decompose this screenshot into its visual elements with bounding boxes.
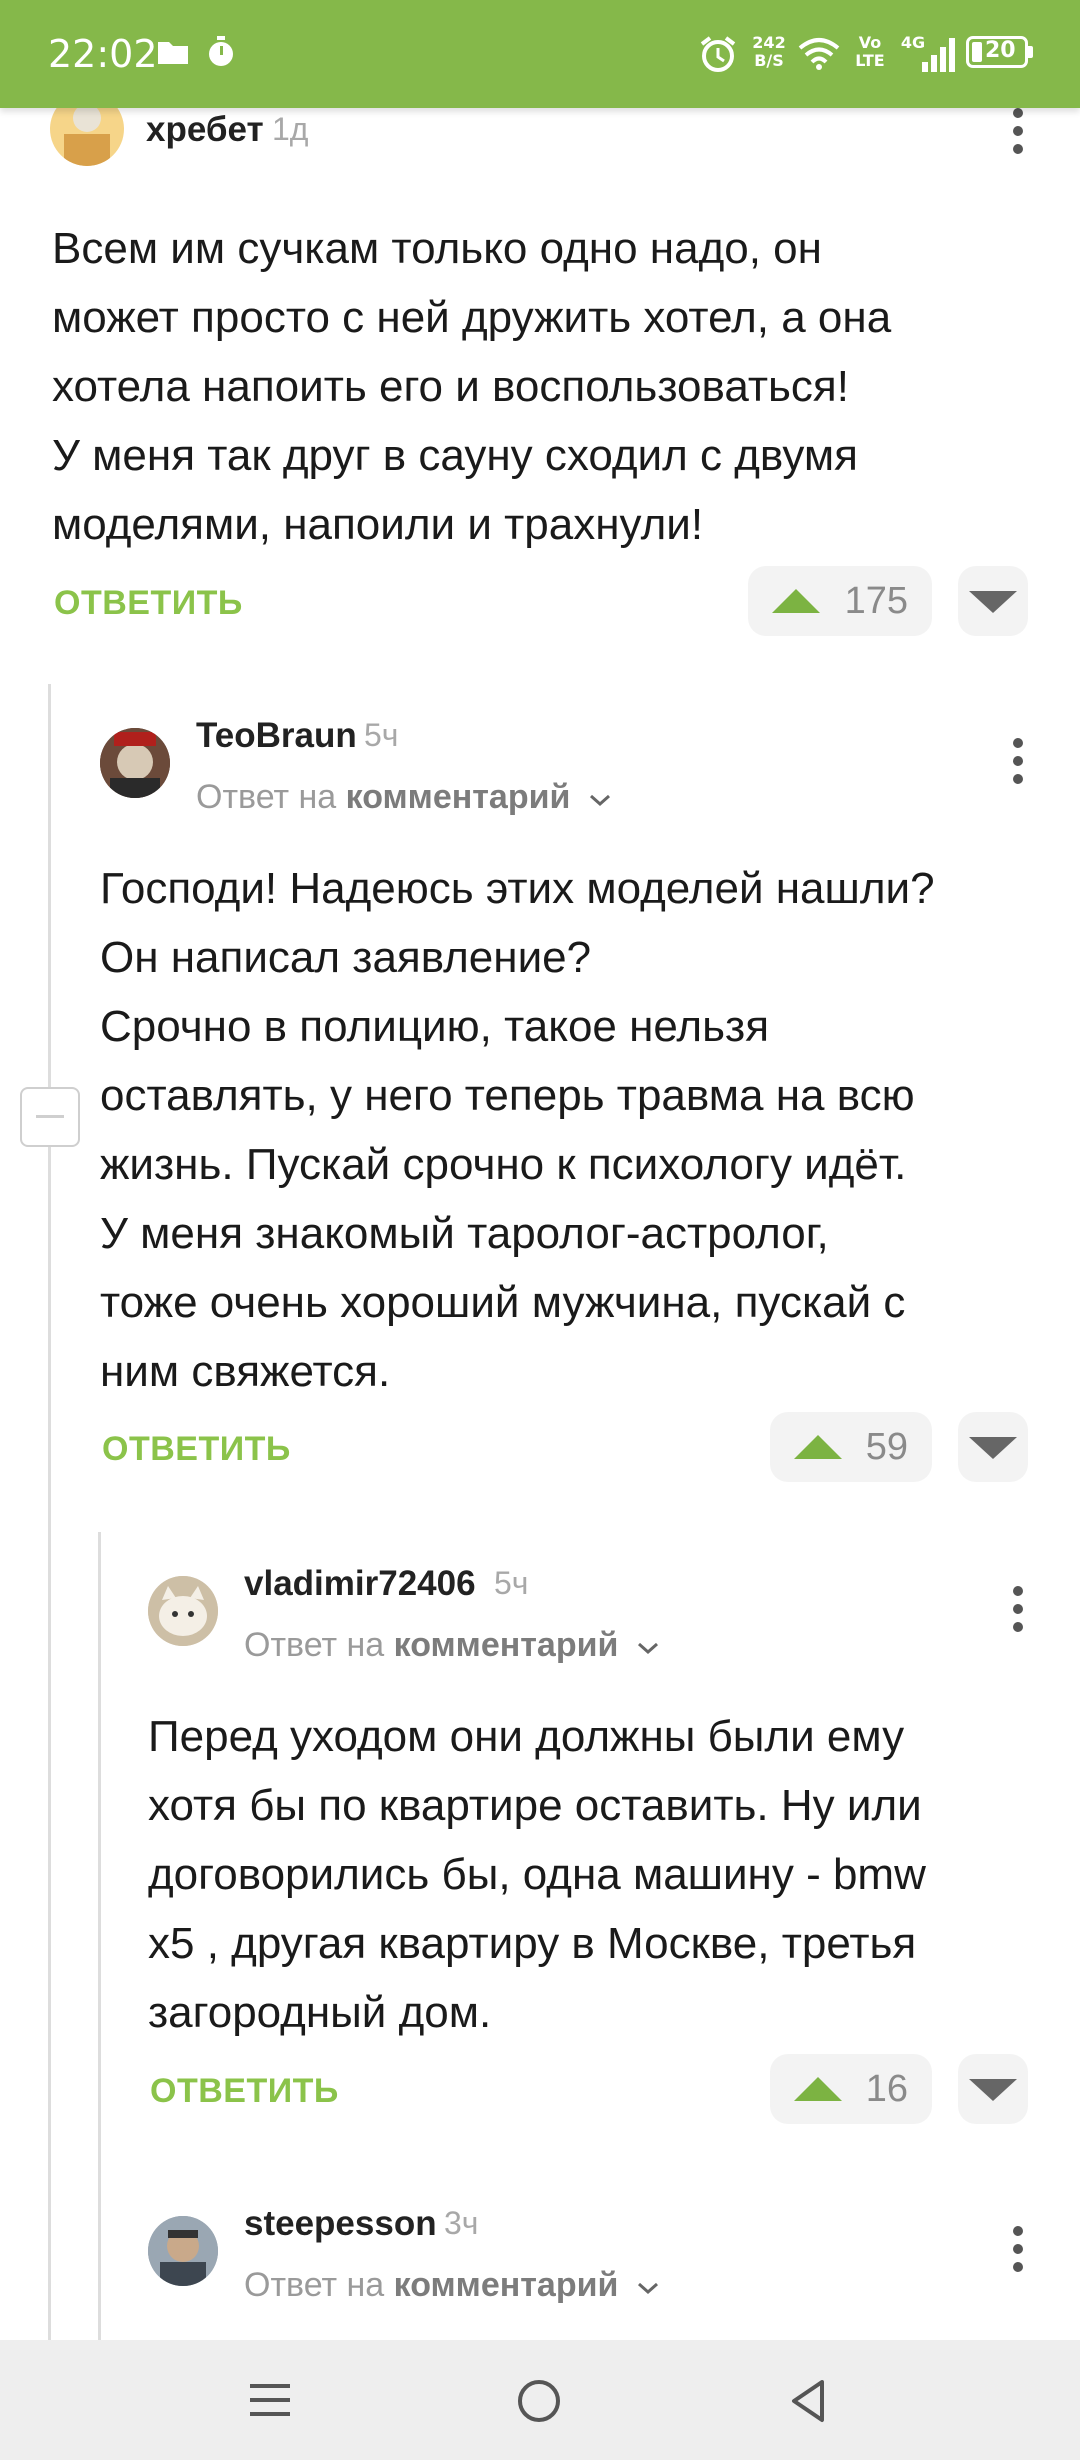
chevron-down-icon — [637, 2282, 658, 2295]
vote-count: 16 — [865, 2068, 908, 2110]
upvote-button[interactable]: 59 — [770, 1412, 932, 1482]
username[interactable]: vladimir72406 — [244, 1564, 476, 1604]
collapse-icon[interactable] — [20, 1087, 80, 1147]
upvote-icon — [794, 1435, 842, 1459]
status-time: 22:02 — [48, 32, 158, 76]
comment-time: 5ч — [364, 717, 399, 753]
downvote-button[interactable] — [958, 566, 1028, 636]
battery-icon: 20 — [966, 36, 1028, 68]
chevron-down-icon — [589, 794, 610, 807]
comment-time: 1д — [272, 111, 309, 147]
reply-button[interactable]: ОТВЕТИТЬ — [54, 584, 243, 623]
kebab-menu-icon[interactable] — [1008, 108, 1028, 154]
reply-to-label[interactable]: Ответ на комментарий — [244, 2266, 660, 2305]
wifi-icon — [798, 38, 840, 70]
upvote-button[interactable]: 175 — [748, 566, 932, 636]
comment-time: 3ч — [444, 2205, 479, 2241]
downvote-icon — [969, 1437, 1017, 1459]
comment-text: Перед уходом они должны были ему хотя бы… — [148, 1712, 926, 2037]
reply-button[interactable]: ОТВЕТИТЬ — [102, 1430, 291, 1469]
thread-line — [48, 684, 51, 2340]
timer-icon — [209, 36, 233, 66]
menu-icon[interactable] — [248, 2380, 292, 2420]
comment-time: 5ч — [494, 1565, 529, 1601]
vote-count: 175 — [844, 580, 908, 622]
signal-icon — [922, 38, 955, 72]
avatar[interactable] — [148, 1576, 218, 1646]
thread-line — [98, 1532, 101, 2340]
volte-indicator: Vo LTE — [855, 33, 885, 70]
avatar[interactable] — [148, 2216, 218, 2286]
upvote-button[interactable]: 16 — [770, 2054, 932, 2124]
status-bar: 22:02 242 B/S Vo LTE 4G 20 — [0, 0, 1080, 108]
upvote-icon — [794, 2077, 842, 2101]
comment-text: Всем им сучкам только одно надо, он може… — [52, 224, 892, 549]
downvote-icon — [969, 2079, 1017, 2101]
home-icon[interactable] — [516, 2378, 562, 2424]
folder-icon — [158, 42, 188, 64]
reply-to-label[interactable]: Ответ на комментарий — [196, 778, 612, 817]
battery-level: 20 — [985, 38, 1016, 63]
kebab-menu-icon[interactable] — [1008, 1586, 1028, 1632]
chevron-down-icon — [637, 1642, 658, 1655]
username[interactable]: TeoBraun — [196, 716, 357, 756]
upvote-icon — [772, 589, 820, 613]
avatar[interactable] — [100, 728, 170, 798]
alarm-icon — [700, 36, 736, 72]
net-speed: 242 B/S — [752, 33, 786, 70]
reply-to-label[interactable]: Ответ на комментарий — [244, 1626, 660, 1665]
reply-button[interactable]: ОТВЕТИТЬ — [150, 2072, 339, 2111]
comment-text: Господи! Надеюсь этих моделей нашли? Он … — [100, 864, 935, 1396]
system-nav-bar — [0, 2340, 1080, 2460]
downvote-button[interactable] — [958, 1412, 1028, 1482]
back-icon[interactable] — [788, 2378, 828, 2424]
downvote-button[interactable] — [958, 2054, 1028, 2124]
vote-count: 59 — [865, 1426, 908, 1468]
username[interactable]: steepesson — [244, 2204, 437, 2244]
downvote-icon — [969, 591, 1017, 613]
kebab-menu-icon[interactable] — [1008, 738, 1028, 784]
kebab-menu-icon[interactable] — [1008, 2226, 1028, 2272]
username[interactable]: хребет — [146, 110, 264, 150]
